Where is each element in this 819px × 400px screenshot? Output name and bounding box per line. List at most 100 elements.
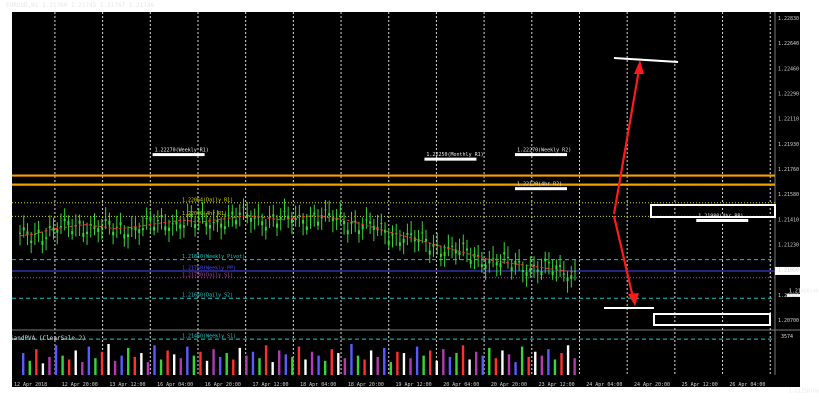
volume-bar xyxy=(330,349,333,375)
volume-bar xyxy=(94,358,97,375)
volume-bar xyxy=(402,353,406,375)
candle-body xyxy=(190,213,193,218)
volume-bar xyxy=(415,346,419,375)
candle-body xyxy=(391,233,394,236)
volume-bar xyxy=(22,353,25,375)
candle-body xyxy=(421,232,424,234)
candle-body xyxy=(510,267,513,271)
volume-bar xyxy=(192,355,196,375)
price-tick-label: 1.21050 xyxy=(778,268,799,274)
volume-bar xyxy=(481,355,484,375)
volume-bar xyxy=(264,345,268,375)
candle-body xyxy=(127,234,130,238)
volume-bar xyxy=(61,355,64,375)
volume-bar xyxy=(212,349,215,375)
candle-body xyxy=(153,226,156,231)
volume-bar xyxy=(547,349,550,375)
level-label: 1.22064(Daily R1) xyxy=(182,197,233,203)
time-tick-label: 17 Apr 12:00 xyxy=(252,382,288,388)
candle-body xyxy=(540,270,543,276)
candle-body xyxy=(261,221,264,226)
time-tick-label: 16 Apr 04:00 xyxy=(157,382,193,388)
chart-background xyxy=(12,12,775,387)
volume-bar xyxy=(225,353,228,375)
candle-body xyxy=(22,227,25,231)
volume-bar xyxy=(396,351,399,375)
candle-body xyxy=(141,228,144,231)
volume-bar xyxy=(100,351,104,375)
candle-body xyxy=(343,220,346,225)
candle-body xyxy=(164,226,167,231)
volume-bar xyxy=(429,350,432,375)
time-tick-label: 19 Apr 12:00 xyxy=(396,382,432,388)
price-tick-label: 1.21760 xyxy=(778,167,799,173)
candle-body xyxy=(495,262,498,266)
volume-bar xyxy=(28,360,31,375)
volume-bar xyxy=(350,344,353,375)
level-marker-label: 1.22270(Weekly R2) xyxy=(517,148,571,154)
volume-bar xyxy=(474,351,478,375)
candle-body xyxy=(518,261,521,263)
price-tick-label: 1.20880 xyxy=(778,293,799,299)
candle-body xyxy=(346,230,349,235)
volume-bar xyxy=(205,360,209,375)
candle-body xyxy=(562,273,565,275)
candle-body xyxy=(235,220,238,225)
candle-body xyxy=(529,268,532,272)
price-tick-label: 1.21410 xyxy=(778,217,799,223)
candle-body xyxy=(555,265,558,270)
volume-bar xyxy=(494,358,498,375)
level-marker-label: 1.22270(Weekly R1) xyxy=(155,148,209,154)
candle-body xyxy=(67,221,70,226)
candle-body xyxy=(134,226,137,231)
candle-body xyxy=(216,219,219,223)
volume-bar xyxy=(159,359,163,375)
candle-body xyxy=(469,260,472,265)
volume-bar xyxy=(304,359,307,375)
indicator-value: 3574 xyxy=(781,334,794,340)
volume-bar xyxy=(291,356,294,375)
volume-bar xyxy=(258,358,261,375)
time-tick-label: 25 Apr 12:00 xyxy=(682,382,718,388)
candle-body xyxy=(443,251,446,257)
level-label: 1.21460(Weekly S1) xyxy=(182,334,236,340)
volume-bar xyxy=(166,350,169,375)
volume-bar xyxy=(67,359,71,375)
candle-body xyxy=(477,254,480,256)
volume-bar xyxy=(251,351,255,375)
candle-body xyxy=(242,206,245,208)
volume-bar xyxy=(317,355,320,375)
candle-body xyxy=(279,216,282,220)
price-chart[interactable]: 1.22064(Daily R1) 1.22000(4hr R1) 1.21810(… xyxy=(0,0,819,400)
volume-bar xyxy=(507,354,511,375)
price-tick-label: 1.22290 xyxy=(778,92,799,98)
candle-body xyxy=(492,258,495,260)
level-marker-label: 1.22250(Monthly R1) xyxy=(426,152,483,158)
candle-body xyxy=(30,240,33,244)
candle-body xyxy=(205,222,208,227)
chart-window[interactable]: 1.22064(Daily R1) 1.22000(4hr R1) 1.21810(… xyxy=(0,0,819,400)
candle-body xyxy=(63,218,66,222)
candle-body xyxy=(171,223,174,225)
candle-body xyxy=(130,227,133,229)
candle-body xyxy=(156,220,159,222)
volume-bar xyxy=(172,354,176,375)
time-tick-label: 18 Apr 20:00 xyxy=(348,382,384,388)
candle-body xyxy=(197,217,200,220)
candle-body xyxy=(387,240,390,245)
volume-bar xyxy=(310,351,314,375)
candle-body xyxy=(402,238,405,243)
volume-bar xyxy=(369,350,373,375)
time-tick-label: 18 Apr 04:00 xyxy=(300,382,336,388)
candle-body xyxy=(48,226,51,228)
candle-body xyxy=(324,209,327,211)
volume-bar xyxy=(356,355,360,375)
level-label: 1.22000(4hr R1) xyxy=(182,211,227,217)
volume-bar xyxy=(41,363,45,375)
volume-bar xyxy=(284,354,287,375)
candle-body xyxy=(231,211,234,215)
time-tick-label: 20 Apr 20:00 xyxy=(491,382,527,388)
volume-bar xyxy=(422,355,425,375)
time-tick-label: 24 Apr 20:00 xyxy=(634,382,670,388)
candle-body xyxy=(361,225,364,229)
